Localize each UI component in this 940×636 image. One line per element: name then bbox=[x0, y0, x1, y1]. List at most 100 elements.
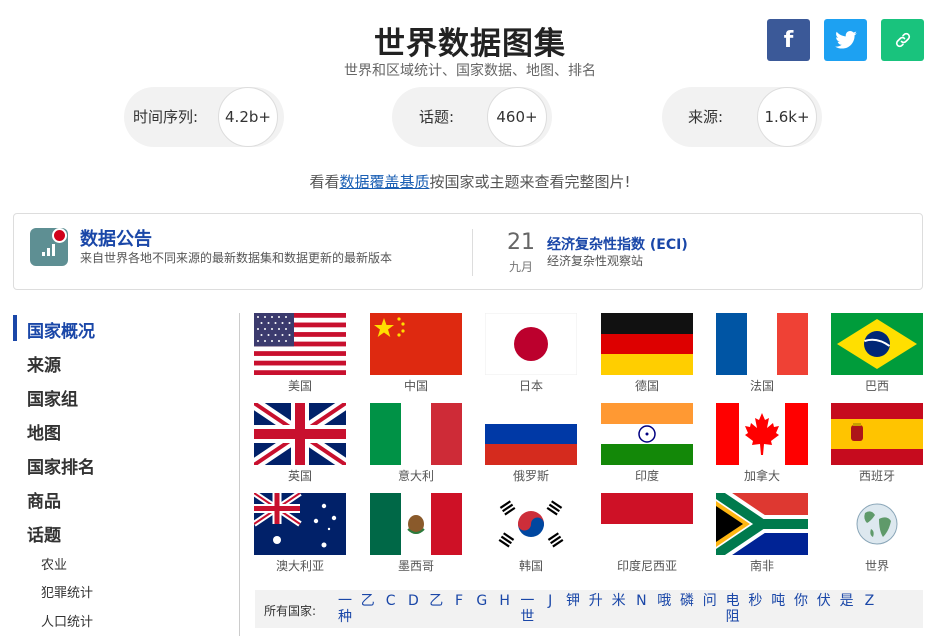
country-card-mexico[interactable]: 墨西哥 bbox=[370, 493, 462, 581]
country-name: 日本 bbox=[518, 379, 543, 393]
facebook-share-button[interactable]: f bbox=[767, 19, 810, 61]
sidebar-item-country-groups[interactable]: 国家组 bbox=[27, 385, 78, 410]
stat-topics: 话题: 460+ bbox=[392, 87, 552, 147]
stat-value: 4.2b+ bbox=[218, 87, 278, 147]
country-name: 印度尼西亚 bbox=[616, 559, 677, 573]
country-card-india[interactable]: 印度 bbox=[601, 403, 693, 491]
country-card-indonesia[interactable]: 印度尼西亚 bbox=[601, 493, 693, 581]
az-letter-link[interactable]: 哦 bbox=[656, 593, 672, 609]
az-letter-link[interactable]: 是 bbox=[839, 593, 855, 609]
notice-month: 九月 bbox=[508, 260, 533, 274]
country-card-russia[interactable]: 俄罗斯 bbox=[485, 403, 577, 491]
twitter-share-button[interactable] bbox=[824, 19, 867, 61]
az-letter-link[interactable]: G bbox=[474, 593, 490, 609]
az-letter-link[interactable]: D bbox=[405, 593, 421, 609]
russia-flag-icon bbox=[485, 403, 577, 465]
country-name: 巴西 bbox=[864, 379, 889, 393]
country-card-germany[interactable]: 德国 bbox=[601, 313, 693, 401]
az-letter-link[interactable]: N bbox=[633, 593, 649, 609]
globe-icon bbox=[831, 493, 923, 555]
country-card-italy[interactable]: 意大利 bbox=[370, 403, 462, 491]
country-name: 印度 bbox=[634, 469, 659, 483]
country-name: 韩国 bbox=[518, 559, 543, 573]
south-africa-flag-icon bbox=[716, 493, 808, 555]
coverage-prefix: 看看 bbox=[309, 173, 340, 191]
page-header: 世界数据图集 世界和区域统计、国家数据、地图、排名 f bbox=[0, 0, 940, 80]
notice-title[interactable]: 数据公告 bbox=[80, 225, 152, 251]
copy-link-button[interactable] bbox=[881, 19, 924, 61]
country-name: 南非 bbox=[749, 559, 774, 573]
sidebar-subitem-crime[interactable]: 犯罪统计 bbox=[41, 582, 93, 601]
france-flag-icon bbox=[716, 313, 808, 375]
az-letter-link[interactable]: 一种 bbox=[337, 593, 353, 625]
country-card-world[interactable]: 世界 bbox=[831, 493, 923, 581]
coverage-text: 看看数据覆盖基质按国家或主题来查看完整图片! bbox=[0, 171, 940, 192]
stat-label: 时间序列: bbox=[133, 108, 199, 126]
germany-flag-icon bbox=[601, 313, 693, 375]
country-name: 意大利 bbox=[397, 469, 434, 483]
country-name: 英国 bbox=[287, 469, 312, 483]
sidebar-item-maps[interactable]: 地图 bbox=[27, 419, 61, 444]
az-letter-link[interactable]: J bbox=[542, 593, 558, 609]
az-letter-link[interactable]: 钾 bbox=[565, 593, 581, 609]
az-letter-link[interactable]: 伏 bbox=[816, 593, 832, 609]
az-letter-link[interactable]: 问 bbox=[702, 593, 718, 609]
coverage-matrix-link[interactable]: 数据覆盖基质 bbox=[339, 173, 429, 191]
sidebar-item-sources[interactable]: 来源 bbox=[27, 351, 61, 376]
stat-time-series: 时间序列: 4.2b+ bbox=[124, 87, 284, 147]
az-letter-link[interactable]: 你 bbox=[793, 593, 809, 609]
az-letter-link[interactable]: F bbox=[451, 593, 467, 609]
az-letter-link[interactable]: 磷 bbox=[679, 593, 695, 609]
country-card-korea[interactable]: 韩国 bbox=[485, 493, 577, 581]
twitter-icon bbox=[834, 31, 857, 49]
country-card-japan[interactable]: 日本 bbox=[485, 313, 577, 401]
sidebar-item-rankings[interactable]: 国家排名 bbox=[27, 453, 95, 478]
country-card-usa[interactable]: 美国 bbox=[254, 313, 346, 401]
az-letter-link[interactable]: 一世 bbox=[519, 593, 535, 625]
az-letter-link[interactable]: 吨 bbox=[770, 593, 786, 609]
country-name: 世界 bbox=[864, 559, 889, 573]
az-letter-link[interactable]: H bbox=[497, 593, 513, 609]
az-letter-link[interactable]: 米 bbox=[611, 593, 627, 609]
country-card-australia[interactable]: 澳大利亚 bbox=[254, 493, 346, 581]
italy-flag-icon bbox=[370, 403, 462, 465]
canada-flag-icon bbox=[716, 403, 808, 465]
coverage-suffix: 按国家或主题来查看完整图片! bbox=[429, 173, 631, 191]
country-card-canada[interactable]: 加拿大 bbox=[716, 403, 808, 491]
country-name: 美国 bbox=[287, 379, 312, 393]
az-letter-link[interactable]: 乙 bbox=[428, 593, 444, 609]
az-letter-link[interactable]: Z bbox=[861, 593, 877, 609]
japan-flag-icon bbox=[485, 313, 577, 375]
eci-link[interactable]: 经济复杂性指数 (ECI) bbox=[547, 234, 688, 254]
az-letter-link[interactable]: 秒 bbox=[747, 593, 763, 609]
notice-day: 21 bbox=[507, 230, 535, 255]
country-card-france[interactable]: 法国 bbox=[716, 313, 808, 401]
az-letter-link[interactable]: 升 bbox=[588, 593, 604, 609]
uk-flag-icon bbox=[254, 403, 346, 465]
divider bbox=[472, 229, 473, 276]
sidebar-subitem-agriculture[interactable]: 农业 bbox=[41, 554, 67, 573]
az-letter-link[interactable]: 乙 bbox=[360, 593, 376, 609]
notification-dot bbox=[52, 228, 67, 243]
country-card-south-africa[interactable]: 南非 bbox=[716, 493, 808, 581]
country-card-uk[interactable]: 英国 bbox=[254, 403, 346, 491]
country-card-spain[interactable]: 西班牙 bbox=[831, 403, 923, 491]
country-card-brazil[interactable]: 巴西 bbox=[831, 313, 923, 401]
us-flag-icon bbox=[254, 313, 346, 375]
sidebar-item-country-profiles[interactable]: 国家概况 bbox=[27, 317, 95, 342]
sidebar-item-commodities[interactable]: 商品 bbox=[27, 487, 61, 512]
az-letter-link[interactable]: C bbox=[383, 593, 399, 609]
sidebar-item-topics[interactable]: 话题 bbox=[27, 521, 61, 546]
sidebar-subitem-demographics[interactable]: 人口统计 bbox=[41, 611, 93, 630]
country-card-china[interactable]: 中国 bbox=[370, 313, 462, 401]
az-letter-link[interactable]: 电阻 bbox=[725, 593, 741, 625]
site-subtitle: 世界和区域统计、国家数据、地图、排名 bbox=[344, 63, 596, 79]
country-name: 中国 bbox=[403, 379, 428, 393]
india-flag-icon bbox=[601, 403, 693, 465]
country-name: 俄罗斯 bbox=[512, 469, 549, 483]
stat-label: 话题: bbox=[419, 108, 455, 126]
link-icon bbox=[895, 32, 910, 48]
eci-source: 经济复杂性观察站 bbox=[547, 254, 644, 268]
country-name: 德国 bbox=[634, 379, 659, 393]
country-name: 加拿大 bbox=[743, 469, 780, 483]
